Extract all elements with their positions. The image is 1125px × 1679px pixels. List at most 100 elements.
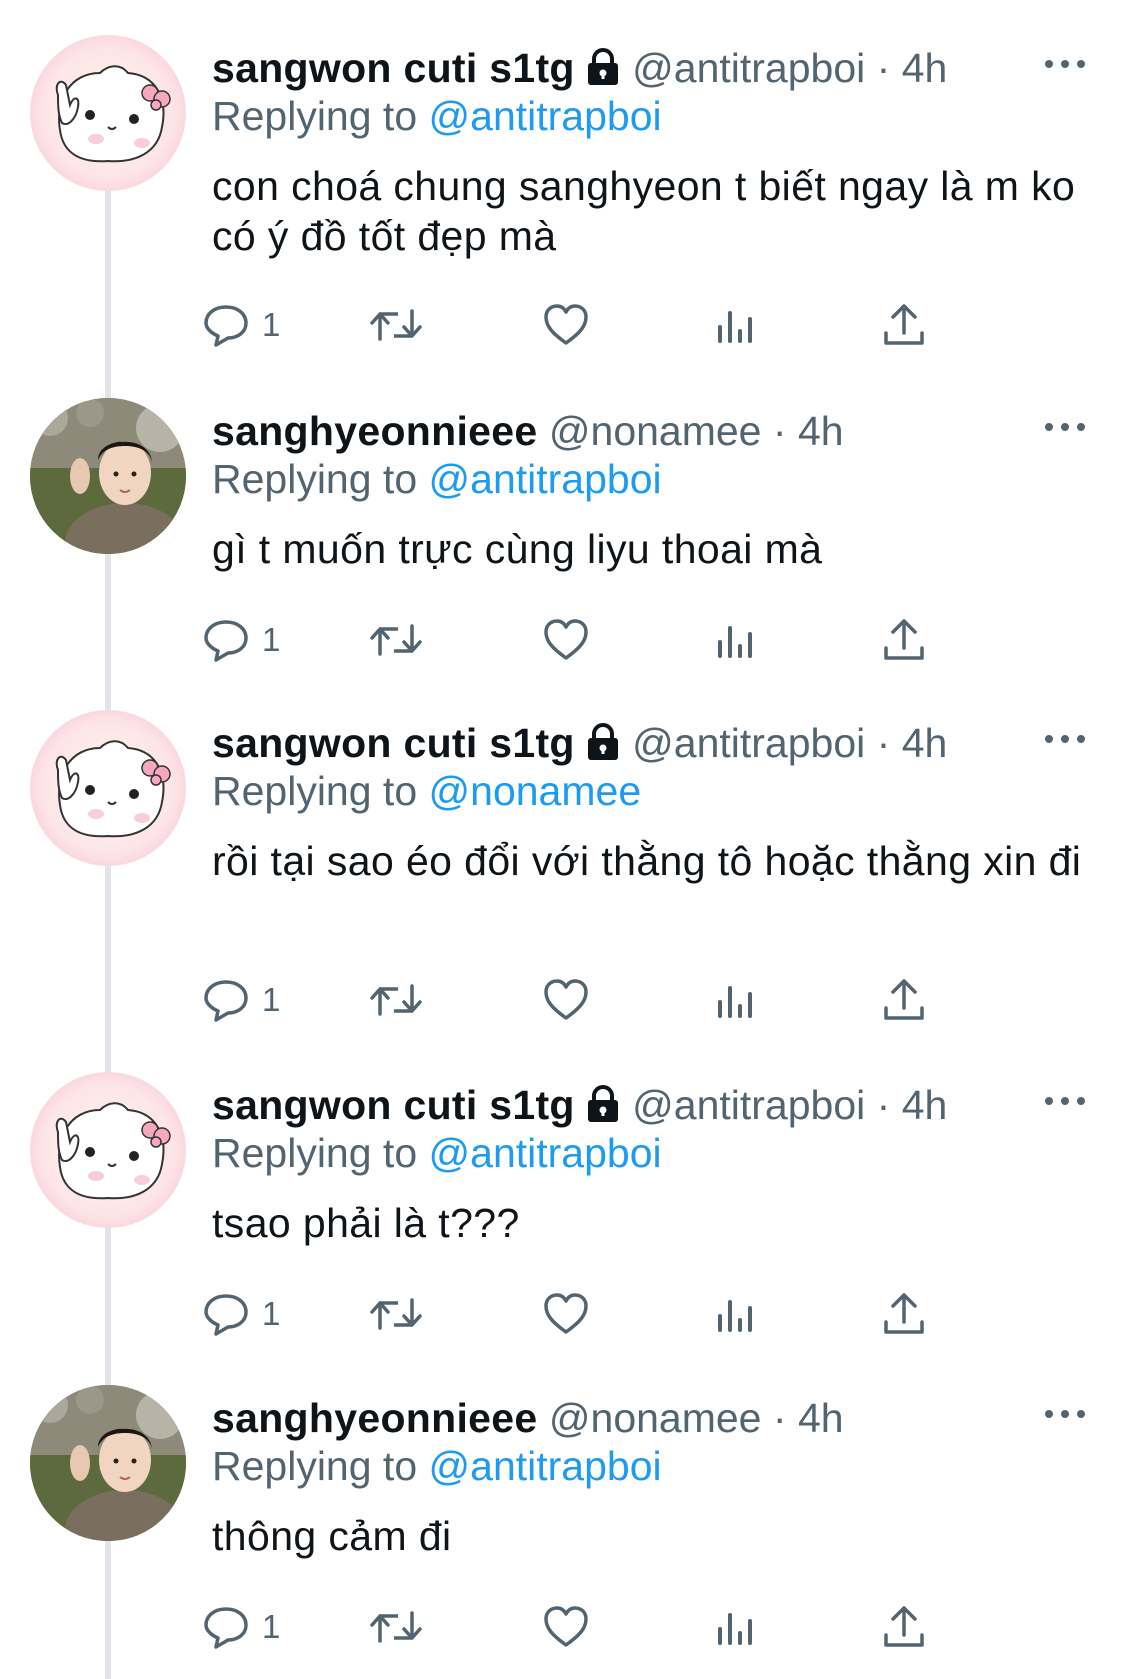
views-button[interactable]: [712, 972, 760, 1028]
share-icon: [880, 301, 928, 349]
like-icon: [542, 301, 590, 349]
views-icon: [712, 1290, 760, 1338]
user-handle[interactable]: @nonamee: [549, 408, 762, 454]
retweet-button[interactable]: [368, 612, 424, 668]
more-icon[interactable]: [1045, 49, 1085, 79]
timestamp[interactable]: 4h: [798, 1395, 844, 1441]
reply-button[interactable]: 1: [202, 972, 280, 1028]
display-name[interactable]: sangwon cuti s1tg: [212, 720, 575, 766]
display-name[interactable]: sanghyeonnieee: [212, 1395, 537, 1441]
user-handle[interactable]: @nonamee: [549, 1395, 762, 1441]
like-button[interactable]: [542, 297, 590, 353]
avatar[interactable]: [30, 35, 186, 191]
reply-icon: [202, 1603, 250, 1651]
tweet-text: con choá chung sanghyeon t biết ngay là …: [212, 163, 1076, 259]
retweet-button[interactable]: [368, 297, 424, 353]
like-button[interactable]: [542, 1286, 590, 1342]
like-button[interactable]: [542, 1599, 590, 1655]
views-button[interactable]: [712, 297, 760, 353]
share-button[interactable]: [880, 612, 928, 668]
timestamp[interactable]: 4h: [798, 408, 844, 454]
display-name[interactable]: sanghyeonnieee: [212, 408, 537, 454]
tweet-actions: 1: [204, 972, 1012, 1028]
share-icon: [880, 616, 928, 664]
more-icon[interactable]: [1045, 724, 1085, 754]
replying-prefix: Replying to: [212, 1443, 418, 1489]
replying-prefix: Replying to: [212, 768, 418, 814]
like-button[interactable]: [542, 972, 590, 1028]
tweet-actions: 1: [204, 1599, 1012, 1655]
reply-button[interactable]: 1: [202, 612, 280, 668]
retweet-icon: [368, 1290, 424, 1338]
timestamp[interactable]: 4h: [902, 1082, 948, 1128]
views-button[interactable]: [712, 612, 760, 668]
views-button[interactable]: [712, 1286, 760, 1342]
reply-count: 1: [262, 1608, 281, 1645]
reply-icon: [202, 301, 250, 349]
more-icon[interactable]: [1045, 1086, 1085, 1116]
user-handle[interactable]: @antitrapboi: [632, 720, 865, 766]
share-button[interactable]: [880, 1286, 928, 1342]
tweet-actions: 1: [204, 297, 1012, 353]
share-button[interactable]: [880, 972, 928, 1028]
retweet-button[interactable]: [368, 1599, 424, 1655]
retweet-button[interactable]: [368, 1286, 424, 1342]
avatar[interactable]: [30, 1072, 186, 1228]
replying-to-link[interactable]: @nonamee: [429, 768, 642, 814]
retweet-button[interactable]: [368, 972, 424, 1028]
reply-icon: [202, 1290, 250, 1338]
reply-button[interactable]: 1: [202, 297, 280, 353]
lock-icon: [585, 1084, 621, 1134]
tweet-text: tsao phải là t???: [212, 1200, 520, 1246]
replying-to: Replying to @nonamee: [212, 766, 641, 816]
replying-to: Replying to @antitrapboi: [212, 91, 662, 141]
reply-count: 1: [262, 981, 281, 1018]
like-icon: [542, 1290, 590, 1338]
reply-button[interactable]: 1: [202, 1286, 280, 1342]
replying-to-link[interactable]: @antitrapboi: [429, 1443, 662, 1489]
replying-prefix: Replying to: [212, 1130, 418, 1176]
reply-button[interactable]: 1: [202, 1599, 280, 1655]
like-icon: [542, 1603, 590, 1651]
retweet-icon: [368, 1603, 424, 1651]
like-button[interactable]: [542, 612, 590, 668]
separator-dot: ·: [876, 1082, 891, 1128]
views-button[interactable]: [712, 1599, 760, 1655]
tweet-text: gì t muốn trực cùng liyu thoai mà: [212, 526, 823, 572]
separator-dot: ·: [876, 720, 891, 766]
retweet-icon: [368, 976, 424, 1024]
replying-to: Replying to @antitrapboi: [212, 1441, 662, 1491]
views-icon: [712, 1603, 760, 1651]
tweet-actions: 1: [204, 1286, 1012, 1342]
timestamp[interactable]: 4h: [902, 720, 948, 766]
replying-to-link[interactable]: @antitrapboi: [429, 93, 662, 139]
like-icon: [542, 976, 590, 1024]
share-button[interactable]: [880, 297, 928, 353]
reply-icon: [202, 616, 250, 664]
avatar[interactable]: [30, 1385, 186, 1541]
replying-to-link[interactable]: @antitrapboi: [429, 1130, 662, 1176]
like-icon: [542, 616, 590, 664]
replying-to-link[interactable]: @antitrapboi: [429, 456, 662, 502]
views-icon: [712, 616, 760, 664]
tweet-text: thông cảm đi: [212, 1513, 452, 1559]
tweet-header: sanghyeonnieee @nonamee · 4h: [212, 1393, 844, 1443]
replying-prefix: Replying to: [212, 93, 418, 139]
timestamp[interactable]: 4h: [902, 45, 948, 91]
more-icon[interactable]: [1045, 1399, 1085, 1429]
avatar[interactable]: [30, 398, 186, 554]
avatar[interactable]: [30, 710, 186, 866]
more-icon[interactable]: [1045, 412, 1085, 442]
retweet-icon: [368, 616, 424, 664]
user-handle[interactable]: @antitrapboi: [632, 45, 865, 91]
reply-count: 1: [262, 306, 281, 343]
views-icon: [712, 301, 760, 349]
replying-to: Replying to @antitrapboi: [212, 454, 662, 504]
share-button[interactable]: [880, 1599, 928, 1655]
tweet-text: rồi tại sao éo đổi với thằng tô hoặc thằ…: [212, 838, 1082, 884]
tweet-header: sanghyeonnieee @nonamee · 4h: [212, 406, 844, 456]
display-name[interactable]: sangwon cuti s1tg: [212, 1082, 575, 1128]
replying-prefix: Replying to: [212, 456, 418, 502]
user-handle[interactable]: @antitrapboi: [632, 1082, 865, 1128]
display-name[interactable]: sangwon cuti s1tg: [212, 45, 575, 91]
